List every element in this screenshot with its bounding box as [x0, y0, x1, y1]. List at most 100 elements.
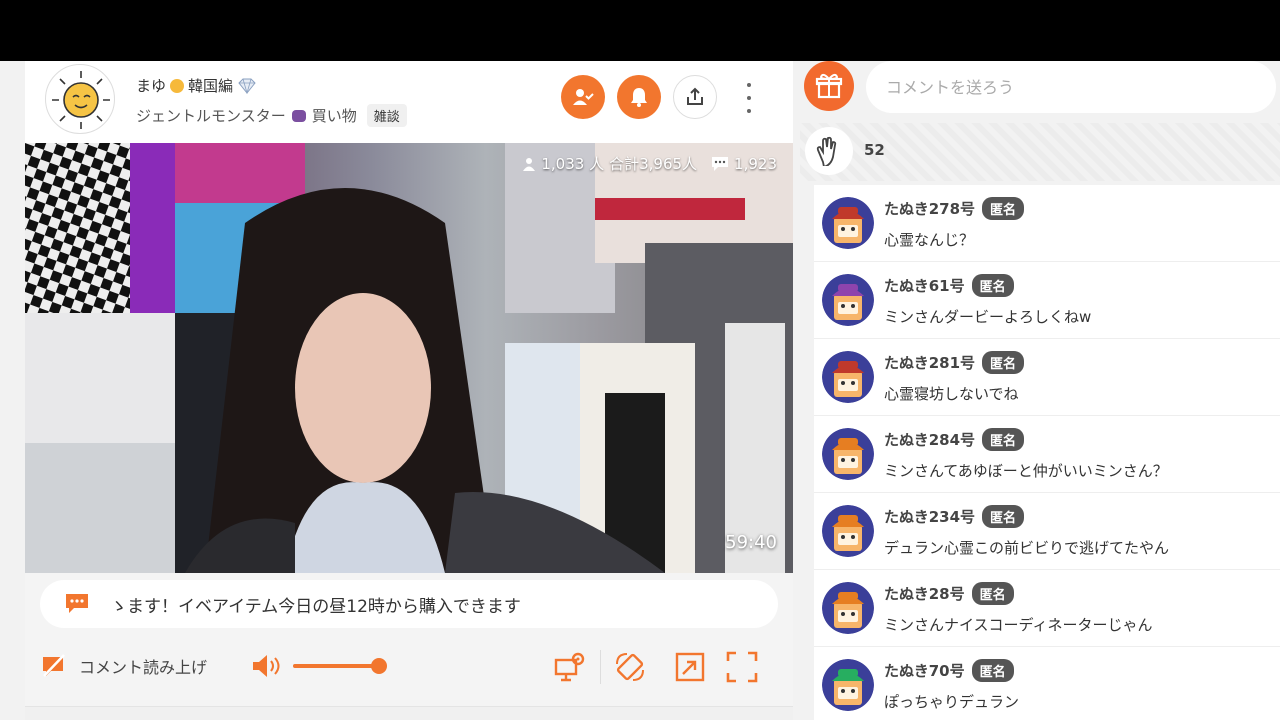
comment-text: ぽっちゃりデュラン [884, 693, 1020, 711]
comment-item: たぬき234号 匿名 デュラン心霊この前ビビりで逃げてたやん [814, 493, 1280, 570]
comment-author: たぬき284号 匿名 [884, 428, 1025, 451]
anonymous-badge: 匿名 [971, 582, 1014, 605]
popout-icon [675, 652, 705, 682]
comment-author-name[interactable]: たぬき281号 [884, 352, 975, 373]
anonymous-badge: 匿名 [982, 197, 1025, 220]
anonymous-badge: 匿名 [982, 428, 1025, 451]
share-icon [687, 87, 703, 105]
comment-author-name[interactable]: たぬき28号 [884, 583, 965, 604]
comment-text: 心霊寝坊しないでね [884, 385, 1019, 403]
clap-row: 52 [800, 123, 1280, 231]
anonymous-badge: 匿名 [982, 351, 1025, 374]
screen-settings-button[interactable] [553, 650, 587, 684]
video-player[interactable]: 1,033 人 合計3,965人 1,923 59:40 [25, 143, 793, 573]
gift-strip[interactable] [25, 706, 793, 720]
tanuki-avatar-icon[interactable] [822, 428, 874, 480]
stream-header: まゆ 韓国編 ジェントルモンスター 買い物 雑談 [25, 61, 793, 143]
tanuki-avatar-icon[interactable] [822, 351, 874, 403]
announcement-bubble-icon [66, 594, 88, 613]
clap-button[interactable] [805, 127, 853, 175]
announcement-ticker[interactable]: ゝます！イベアイテム今日の昼12時から購入できます [40, 580, 778, 628]
comment-author-name[interactable]: たぬき61号 [884, 275, 965, 296]
gift-icon [815, 73, 843, 99]
comment-bar [800, 61, 1280, 121]
speaker-icon [253, 655, 280, 677]
popout-button[interactable] [673, 650, 707, 684]
share-button[interactable] [673, 75, 717, 119]
comment-author: たぬき278号 匿名 [884, 197, 1025, 220]
stream-subtitle: ジェントルモンスター 買い物 雑談 [136, 104, 407, 127]
clap-icon [816, 136, 837, 166]
comment-text: ミンさんてあゆぼーと仲がいいミンさん？ [884, 462, 1168, 480]
comment-input[interactable] [866, 61, 1276, 113]
diamond-icon [238, 78, 256, 94]
player-controls: コメント読み上げ [25, 636, 793, 696]
rotate-button[interactable] [613, 650, 647, 684]
comment-item: たぬき70号 匿名 ぽっちゃりデュラン [814, 647, 1280, 720]
comment-author: たぬき70号 匿名 [884, 659, 1014, 682]
monster-emoji-icon [291, 109, 306, 122]
read-comments-label: コメント読み上げ [79, 658, 208, 677]
streamer-avatar[interactable] [45, 64, 115, 134]
comment-item: たぬき28号 匿名 ミンさんナイスコーディネーターじゃん [814, 570, 1280, 647]
comment-item: たぬき278号 匿名 心霊なんじ？ [814, 185, 1280, 262]
comment-bubble-icon [712, 156, 729, 171]
viewer-count: 1,033 人 [541, 155, 605, 173]
read-aloud-off-icon [43, 654, 65, 677]
comment-author-name[interactable]: たぬき70号 [884, 660, 965, 681]
comment-author: たぬき234号 匿名 [884, 505, 1025, 528]
ticker-text: ゝます！イベアイテム今日の昼12時から購入できます [110, 596, 521, 617]
anonymous-badge: 匿名 [982, 505, 1025, 528]
stream-title: まゆ 韓国編 [136, 75, 257, 96]
notification-button[interactable] [617, 75, 661, 119]
gift-button[interactable] [804, 61, 854, 111]
volume-slider[interactable] [293, 658, 387, 674]
bell-icon [631, 88, 647, 107]
fullscreen-button[interactable] [725, 650, 759, 684]
total-viewers: 合計3,965人 [609, 155, 698, 173]
video-frame [25, 143, 793, 573]
tanuki-avatar-icon[interactable] [822, 659, 874, 711]
sun-face-icon [52, 71, 110, 129]
viewer-stat: 1,033 人 合計3,965人 [522, 153, 697, 174]
comment-item: たぬき61号 匿名 ミンさんダービーよろしくねw [814, 262, 1280, 339]
anonymous-badge: 匿名 [971, 274, 1014, 297]
subtitle-text: ジェントルモンスター [136, 107, 286, 125]
tanuki-avatar-icon[interactable] [822, 197, 874, 249]
volume-fill [293, 664, 379, 668]
tanuki-avatar-icon[interactable] [822, 505, 874, 557]
volume-knob[interactable] [370, 658, 387, 674]
more-menu-icon[interactable] [741, 83, 757, 113]
read-comments-toggle[interactable]: コメント読み上げ [41, 654, 207, 678]
person-check-icon [573, 89, 594, 105]
comment-author-name[interactable]: たぬき234号 [884, 506, 975, 527]
stream-page: まゆ 韓国編 ジェントルモンスター 買い物 雑談 1,033 人 合計3,965… [0, 61, 1280, 720]
follow-button[interactable] [561, 75, 605, 119]
comment-text: ミンさんダービーよろしくねw [884, 308, 1092, 326]
comment-author: たぬき28号 匿名 [884, 582, 1014, 605]
tanuki-avatar-icon[interactable] [822, 274, 874, 326]
viewer-stats: 1,033 人 合計3,965人 1,923 [522, 153, 777, 174]
comment-author: たぬき281号 匿名 [884, 351, 1025, 374]
fullscreen-icon [726, 651, 758, 683]
monitor-gear-icon [554, 652, 585, 682]
comment-item: たぬき281号 匿名 心霊寝坊しないでね [814, 339, 1280, 416]
comment-item: たぬき284号 匿名 ミンさんてあゆぼーと仲がいいミンさん？ [814, 416, 1280, 493]
comment-author-name[interactable]: たぬき284号 [884, 429, 975, 450]
stream-timer: 59:40 [725, 532, 777, 553]
comment-author: たぬき61号 匿名 [884, 274, 1014, 297]
smile-emoji-icon [170, 78, 185, 93]
top-black-bar [0, 0, 1280, 61]
comment-list: たぬき278号 匿名 心霊なんじ？ たぬき61号 匿名 ミンさんダービーよろしく… [814, 185, 1280, 720]
comment-text: デュラン心霊この前ビビりで逃げてたやん [884, 539, 1170, 557]
category-tag[interactable]: 雑談 [366, 104, 407, 127]
anonymous-badge: 匿名 [971, 659, 1014, 682]
comment-text: ミンさんナイスコーディネーターじゃん [884, 616, 1153, 634]
volume-button[interactable] [251, 653, 285, 683]
tanuki-avatar-icon[interactable] [822, 582, 874, 634]
controls-divider [600, 650, 601, 684]
player-column: まゆ 韓国編 ジェントルモンスター 買い物 雑談 1,033 人 合計3,965… [25, 61, 793, 720]
subtitle-text-2: 買い物 [311, 107, 357, 125]
comment-author-name[interactable]: たぬき278号 [884, 198, 975, 219]
person-icon [523, 157, 536, 171]
